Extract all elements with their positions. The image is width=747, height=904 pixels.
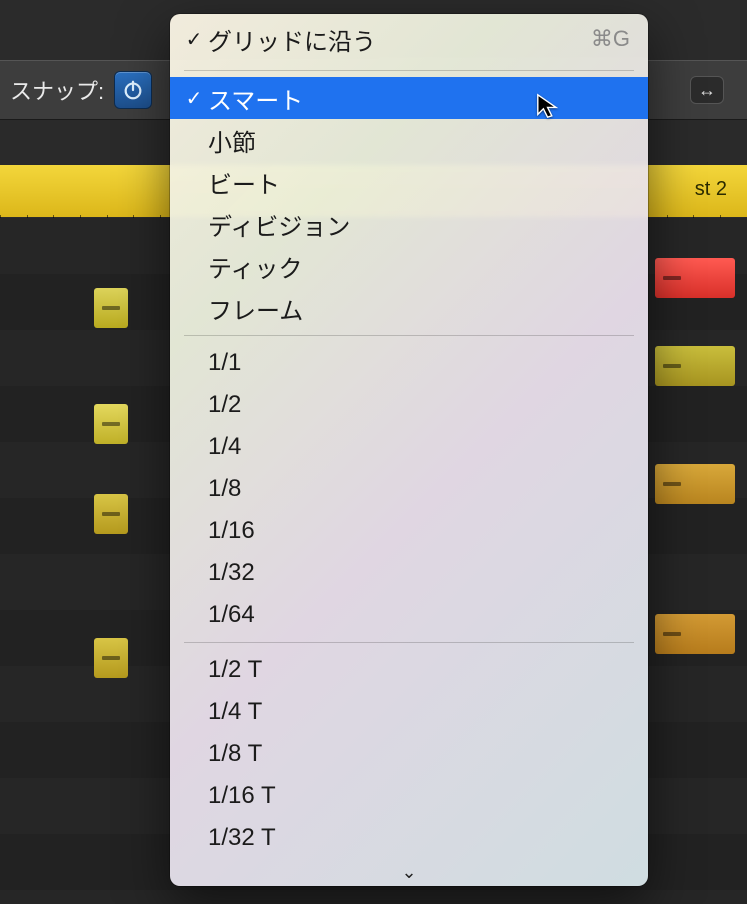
menu-item-label: フレーム <box>208 291 303 326</box>
track-region[interactable] <box>655 464 735 504</box>
track-region[interactable] <box>655 614 735 654</box>
ruler-marker-label: st 2 <box>695 178 727 201</box>
menu-item-label: 1/1 <box>208 349 241 377</box>
track-region[interactable] <box>94 494 128 534</box>
menu-item[interactable]: ✓1/4 T <box>170 691 648 733</box>
resize-horizontal-icon: ↔ <box>698 80 716 101</box>
toolbar-right: ↔ <box>667 60 747 120</box>
menu-item-label: 1/8 T <box>208 740 262 768</box>
menu-item-label: 小節 <box>208 123 256 158</box>
menu-item-label: 1/8 <box>208 475 241 503</box>
snap-power-button[interactable] <box>114 71 152 109</box>
menu-item-label: ディビジョン <box>208 207 350 242</box>
menu-item[interactable]: ✓1/32 T <box>170 817 648 859</box>
menu-item[interactable]: ✓1/1 <box>170 342 648 384</box>
snap-label: スナップ: <box>10 74 104 106</box>
menu-item-label: 1/32 <box>208 559 255 587</box>
menu-item[interactable]: ✓スマート <box>170 77 648 119</box>
menu-item-label: スマート <box>208 81 303 116</box>
chevron-down-icon: ⌄ <box>401 862 416 882</box>
menu-item-label: 1/16 T <box>208 782 276 810</box>
menu-item[interactable]: ✓1/2 <box>170 384 648 426</box>
menu-item[interactable]: ✓小節 <box>170 119 648 161</box>
region-handle-icon <box>102 656 120 660</box>
region-handle-icon <box>102 422 120 426</box>
menu-item-label: 1/2 <box>208 391 241 419</box>
menu-item-label: 1/4 T <box>208 698 262 726</box>
menu-separator <box>184 642 634 643</box>
horizontal-resize-tool[interactable]: ↔ <box>690 76 724 104</box>
menu-item[interactable]: ✓1/16 <box>170 510 648 552</box>
menu-item[interactable]: ✓1/32 <box>170 552 648 594</box>
menu-item-label: ティック <box>208 249 303 284</box>
track-region[interactable] <box>94 404 128 444</box>
track-region[interactable] <box>94 288 128 328</box>
menu-item-label: 1/4 <box>208 433 241 461</box>
menu-item-label: 1/32 T <box>208 824 276 852</box>
menu-item[interactable]: ✓ビート <box>170 161 648 203</box>
menu-separator <box>184 70 634 71</box>
region-handle-icon <box>663 364 681 368</box>
menu-item[interactable]: ✓1/16 T <box>170 775 648 817</box>
menu-item[interactable]: ✓ティック <box>170 245 648 287</box>
menu-item-label: 1/2 T <box>208 656 262 684</box>
track-region[interactable] <box>655 346 735 386</box>
menu-item-snap-to-grid[interactable]: ✓グリッドに沿う ⌘G <box>170 14 648 64</box>
region-handle-icon <box>663 482 681 486</box>
snap-menu: ✓グリッドに沿う⌘G✓スマート✓小節✓ビート✓ディビジョン✓ティック✓フレーム✓… <box>170 14 648 886</box>
menu-scroll-down-indicator[interactable]: ⌄ <box>170 862 648 882</box>
track-region[interactable] <box>94 638 128 678</box>
check-icon: ✓ <box>182 86 206 111</box>
region-handle-icon <box>663 632 681 636</box>
track-region[interactable] <box>655 258 735 298</box>
menu-separator <box>184 335 634 336</box>
menu-item[interactable]: ✓1/8 T <box>170 733 648 775</box>
menu-item-label: グリッドに沿う <box>208 22 376 57</box>
region-handle-icon <box>102 306 120 310</box>
region-handle-icon <box>663 276 681 280</box>
menu-item[interactable]: ✓1/8 <box>170 468 648 510</box>
check-icon: ✓ <box>182 27 206 52</box>
menu-item-label: 1/64 <box>208 601 255 629</box>
menu-item[interactable]: ✓フレーム <box>170 287 648 329</box>
menu-item-label: ビート <box>208 165 280 200</box>
power-icon <box>122 79 144 101</box>
menu-shortcut: ⌘G <box>591 26 630 52</box>
region-handle-icon <box>102 512 120 516</box>
menu-item[interactable]: ✓1/4 <box>170 426 648 468</box>
menu-item[interactable]: ✓1/64 <box>170 594 648 636</box>
menu-item[interactable]: ✓1/2 T <box>170 649 648 691</box>
menu-item-label: 1/16 <box>208 517 255 545</box>
menu-item[interactable]: ✓ディビジョン <box>170 203 648 245</box>
